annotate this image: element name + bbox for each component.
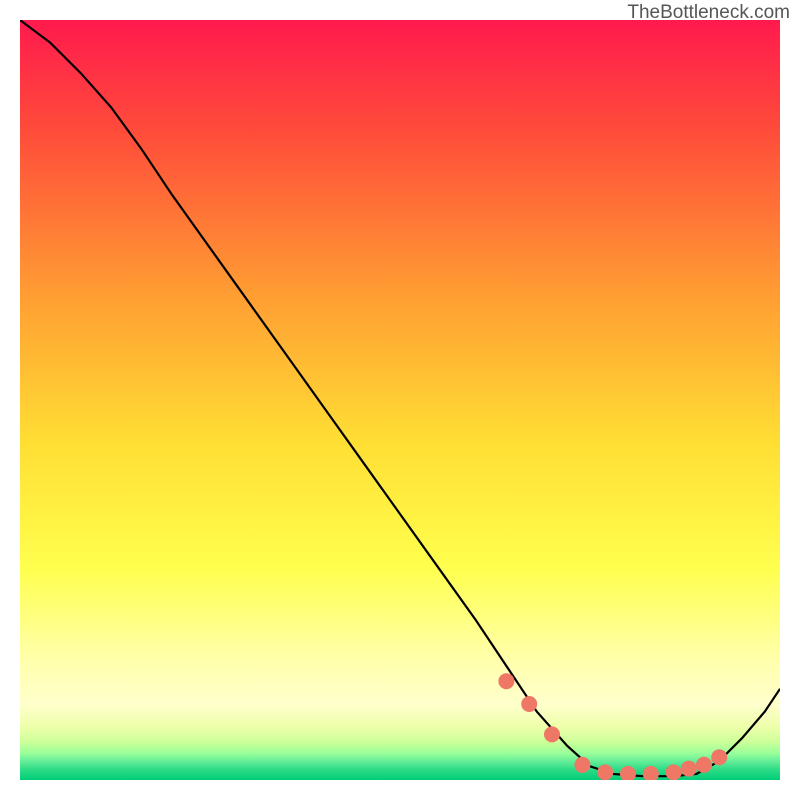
data-point xyxy=(620,766,636,780)
data-point xyxy=(574,757,590,773)
data-dots xyxy=(20,20,780,780)
chart-plot-area xyxy=(20,20,780,780)
data-point xyxy=(544,726,560,742)
data-point xyxy=(498,673,514,689)
data-point xyxy=(521,696,537,712)
data-point xyxy=(696,757,712,773)
data-point xyxy=(681,761,697,777)
watermark-text: TheBottleneck.com xyxy=(627,2,790,24)
data-point xyxy=(597,764,613,780)
data-point xyxy=(711,749,727,765)
data-point xyxy=(666,764,682,780)
data-point xyxy=(643,766,659,780)
